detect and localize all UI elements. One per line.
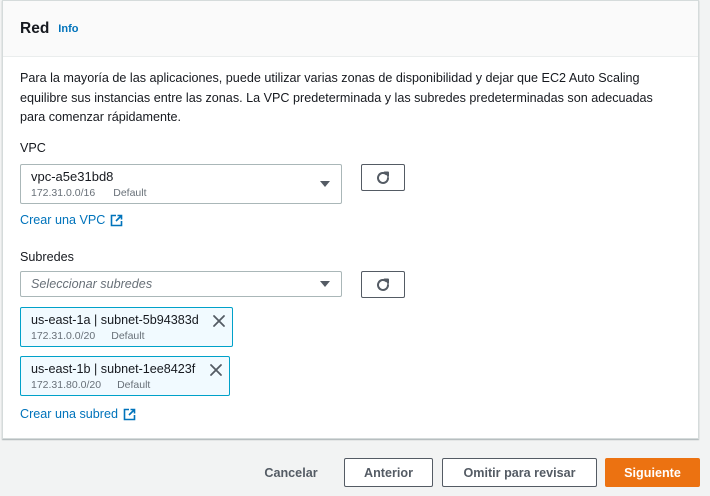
external-link-icon bbox=[123, 408, 136, 420]
vpc-refresh-button[interactable] bbox=[361, 164, 405, 191]
refresh-icon bbox=[377, 278, 389, 291]
create-vpc-label: Crear una VPC bbox=[20, 213, 106, 227]
subnets-placeholder: Seleccionar subredes bbox=[31, 277, 153, 291]
close-icon[interactable] bbox=[212, 314, 226, 328]
vpc-selected-details: 172.31.0.0/16 Default bbox=[31, 187, 147, 199]
panel-description: Para la mayoría de las aplicaciones, pue… bbox=[20, 71, 653, 124]
close-icon[interactable] bbox=[209, 363, 223, 377]
refresh-icon bbox=[377, 171, 389, 184]
previous-button[interactable]: Anterior bbox=[344, 458, 433, 487]
vpc-cidr: 172.31.0.0/16 bbox=[31, 187, 96, 199]
info-link[interactable]: Info bbox=[58, 23, 78, 35]
subnets-refresh-button[interactable] bbox=[361, 271, 405, 298]
create-subnet-link[interactable]: Crear una subred bbox=[20, 407, 136, 421]
subnet-token-details: 172.31.0.0/20 Default bbox=[31, 330, 145, 342]
skip-to-review-button[interactable]: Omitir para revisar bbox=[442, 458, 597, 487]
caret-down-icon bbox=[320, 181, 330, 187]
panel-header: Red Info bbox=[3, 1, 698, 57]
vpc-select[interactable]: vpc-a5e31bd8 172.31.0.0/16 Default bbox=[20, 164, 342, 204]
vpc-label: VPC bbox=[20, 141, 46, 155]
external-link-icon bbox=[111, 214, 123, 226]
subnet-token-cidr: 172.31.0.0/20 bbox=[31, 330, 96, 342]
panel-title: Red bbox=[20, 19, 50, 37]
subnet-token: us-east-1a | subnet-5b94383d 172.31.0.0/… bbox=[20, 307, 233, 347]
vpc-tag: Default bbox=[113, 187, 147, 199]
network-panel: Red Info Para la mayoría de las aplicaci… bbox=[2, 0, 699, 439]
subnets-select[interactable]: Seleccionar subredes bbox=[20, 271, 342, 297]
cancel-button[interactable]: Cancelar bbox=[258, 458, 324, 487]
caret-down-icon bbox=[320, 281, 330, 287]
next-button[interactable]: Siguiente bbox=[605, 458, 700, 487]
subnet-token-name: us-east-1a | subnet-5b94383d bbox=[31, 313, 199, 327]
subnet-token-tag: Default bbox=[117, 379, 151, 391]
subnet-token: us-east-1b | subnet-1ee8423f 172.31.80.0… bbox=[20, 356, 230, 396]
subnet-token-tag: Default bbox=[111, 330, 145, 342]
create-vpc-link[interactable]: Crear una VPC bbox=[20, 213, 123, 227]
subnet-token-name: us-east-1b | subnet-1ee8423f bbox=[31, 362, 196, 376]
subnet-token-details: 172.31.80.0/20 Default bbox=[31, 379, 150, 391]
subnets-label: Subredes bbox=[20, 250, 74, 264]
create-subnet-label: Crear una subred bbox=[20, 407, 119, 421]
vpc-selected-id: vpc-a5e31bd8 bbox=[31, 169, 114, 184]
subnet-token-cidr: 172.31.80.0/20 bbox=[31, 379, 102, 391]
